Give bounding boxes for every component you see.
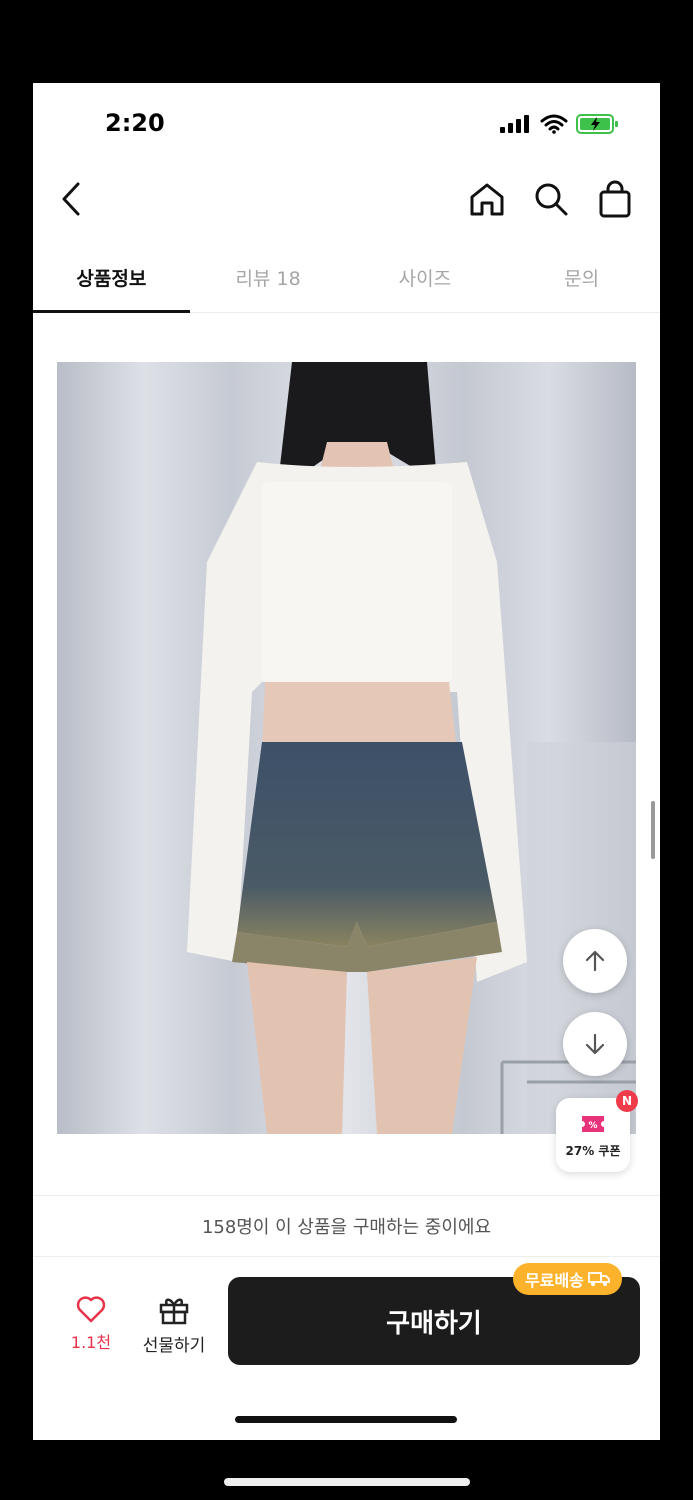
search-button[interactable] [527, 175, 575, 223]
battery-icon [576, 114, 618, 134]
free-shipping-badge: 무료배송 [513, 1263, 622, 1295]
gift-label: 선물하기 [142, 1336, 206, 1356]
coupon-button[interactable]: % N 27% 쿠폰 [556, 1090, 638, 1172]
tab-product-info[interactable]: 상품정보 [33, 243, 190, 313]
tab-inquiry[interactable]: 문의 [503, 243, 660, 312]
outer-home-indicator [224, 1478, 470, 1486]
heart-icon [76, 1296, 106, 1323]
bottom-action-bar: 1.1천 선물하기 구매하기 무료배송 [33, 1257, 660, 1440]
scroll-indicator[interactable] [651, 801, 655, 859]
cart-button[interactable] [591, 175, 639, 223]
arrow-up-icon [585, 950, 605, 972]
coupon-ticket-icon: % [582, 1116, 604, 1132]
product-photo-illustration [57, 362, 636, 1134]
tab-size[interactable]: 사이즈 [347, 243, 504, 312]
product-photo [57, 362, 636, 1134]
gift-icon [159, 1298, 189, 1325]
scroll-up-button[interactable] [563, 929, 627, 993]
scroll-down-button[interactable] [563, 1012, 627, 1076]
arrow-down-icon [585, 1033, 605, 1055]
like-count: 1.1천 [70, 1333, 112, 1352]
status-time: 2:20 [105, 109, 165, 137]
signal-icon [500, 115, 529, 133]
search-icon [535, 183, 568, 216]
status-icons [500, 113, 620, 135]
back-icon [62, 182, 80, 216]
app-screen: 2:20 상품정보 리뷰 18 사이즈 문의 % N 27% 쿠폰 158명이 … [33, 83, 660, 1440]
home-icon [470, 183, 504, 216]
home-indicator[interactable] [235, 1416, 457, 1423]
wifi-icon [540, 114, 568, 134]
status-bar: 2:20 [33, 83, 660, 165]
like-button[interactable]: 1.1천 [63, 1295, 119, 1353]
top-navigation [33, 165, 660, 239]
purchase-notice: 158명이 이 상품을 구매하는 중이에요 [33, 1195, 660, 1257]
truck-icon [587, 1272, 610, 1286]
shopping-bag-icon [599, 180, 631, 218]
back-button[interactable] [47, 175, 95, 223]
home-button[interactable] [463, 175, 511, 223]
gift-button[interactable]: 선물하기 [133, 1295, 215, 1356]
coupon-label: 27% 쿠폰 [565, 1144, 621, 1158]
free-shipping-label: 무료배송 [525, 1271, 584, 1290]
tab-reviews[interactable]: 리뷰 18 [190, 243, 347, 312]
coupon-new-badge: N [616, 1090, 638, 1112]
svg-text:%: % [588, 1121, 597, 1131]
product-tabs: 상품정보 리뷰 18 사이즈 문의 [33, 243, 660, 313]
